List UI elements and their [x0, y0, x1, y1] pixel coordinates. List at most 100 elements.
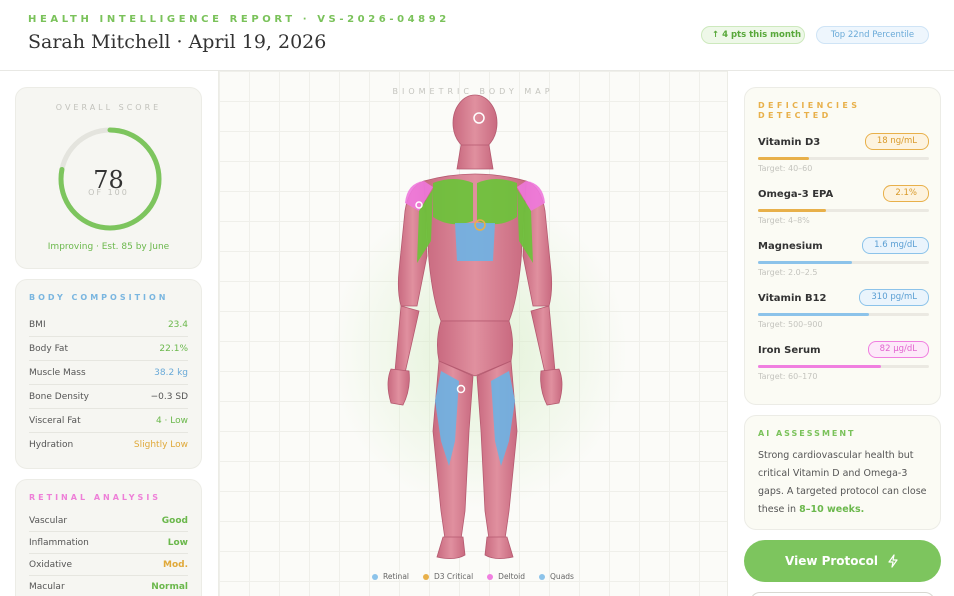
deficiency-item: Omega-3 EPA 2.1% Target: 4–8%	[758, 185, 929, 229]
abdominal-highlight	[455, 223, 495, 261]
row-value: Good	[161, 515, 188, 526]
deficiencies-title: DEFICIENCIES DETECTED	[758, 101, 861, 120]
list-item: BMI 23.4	[29, 313, 188, 337]
anatomy-figure	[387, 94, 563, 559]
row-value: Normal	[151, 582, 188, 592]
ai-assessment-card: AI ASSESSMENT Strong cardiovascular heal…	[744, 415, 941, 530]
deficiency-value-badge: 1.6 mg/dL	[862, 237, 929, 254]
report-id: HEALTH INTELLIGENCE REPORT · VS-2026-048…	[28, 14, 450, 25]
body-composition-card: BODY COMPOSITION BMI 23.4 Body Fat 22.1% Mus…	[15, 279, 202, 469]
deficiency-target: Target: 60–170	[758, 372, 818, 381]
legend-label: Deltoid	[498, 572, 526, 581]
quads-highlight	[435, 371, 515, 466]
body-silhouette	[387, 94, 563, 559]
list-item: Bone Density −0.3 SD	[29, 385, 188, 409]
lightning-icon	[888, 554, 898, 568]
list-item: Visceral Fat 4 · Low	[29, 409, 188, 433]
row-label: BMI	[29, 319, 46, 330]
deficiency-name: Vitamin B12	[758, 293, 827, 304]
secondary-button[interactable]	[750, 592, 935, 596]
deficiency-item: Vitamin D3 18 ng/mL Target: 40–60	[758, 133, 929, 177]
deficiency-name: Iron Serum	[758, 345, 821, 356]
body-composition-title: BODY COMPOSITION	[29, 293, 169, 302]
row-value: 22.1%	[159, 343, 188, 354]
ai-assessment-highlight: 8–10 weeks.	[799, 504, 865, 515]
list-item: Macular Normal	[29, 576, 188, 596]
row-label: Bone Density	[29, 391, 89, 402]
percentile-badge: Top 22nd Percentile	[816, 26, 929, 44]
score-out-of: OF 100	[88, 188, 129, 197]
deficiency-target: Target: 500–900	[758, 320, 823, 329]
body-map-panel: BIOMETRIC BODY MAP Retinal D3 Critical D…	[218, 71, 728, 596]
deficiency-value-badge: 82 μg/dL	[867, 341, 929, 358]
row-value: Low	[167, 537, 188, 548]
deficiency-value-badge: 18 ng/mL	[864, 133, 929, 150]
deficiency-level-fill	[758, 313, 870, 316]
row-value: 4 · Low	[155, 415, 188, 426]
deficiency-level-fill	[758, 261, 853, 264]
legend-dot-icon	[423, 573, 429, 580]
list-item: Oxidative Mod.	[29, 554, 188, 576]
page-title: Sarah Mitchell · April 19, 2026	[28, 31, 327, 53]
row-value: −0.3 SD	[150, 391, 188, 402]
deficiency-target: Target: 2.0–2.5	[758, 268, 818, 277]
row-value: 38.2 kg	[154, 367, 188, 378]
deficiency-level-track	[758, 157, 929, 160]
legend-item: Deltoid	[487, 572, 525, 581]
deficiency-level-track	[758, 365, 929, 368]
row-label: Hydration	[29, 440, 74, 450]
deficiency-target: Target: 40–60	[758, 164, 813, 173]
legend-item: D3 Critical	[423, 572, 473, 581]
deficiency-target: Target: 4–8%	[758, 216, 810, 225]
trend-badge: ↑ 4 pts this month	[701, 26, 805, 44]
deficiency-value-badge: 2.1%	[883, 185, 929, 202]
deficiency-level-track	[758, 313, 929, 316]
deficiency-level-fill	[758, 365, 882, 368]
legend-label: Retinal	[383, 572, 409, 581]
row-value: 23.4	[167, 319, 188, 330]
report-header: HEALTH INTELLIGENCE REPORT · VS-2026-048…	[0, 0, 954, 71]
legend-dot-icon	[372, 573, 379, 580]
list-item: Vascular Good	[29, 510, 188, 532]
retinal-analysis-title: RETINAL ANALYSIS	[29, 493, 162, 502]
list-item: Hydration Slightly Low	[29, 433, 188, 457]
ai-assessment-text: Strong cardiovascular health but critica…	[758, 447, 930, 519]
view-protocol-label: View Protocol	[785, 554, 878, 568]
legend-item: Quads	[539, 572, 574, 581]
row-label: Vascular	[29, 515, 68, 526]
legend-label: Quads	[550, 572, 574, 581]
list-item: Muscle Mass 38.2 kg	[29, 361, 188, 385]
list-item: Body Fat 22.1%	[29, 337, 188, 361]
legend-dot-icon	[487, 573, 494, 580]
row-value: Slightly Low	[133, 440, 188, 450]
row-label: Muscle Mass	[29, 367, 86, 378]
row-label: Oxidative	[29, 559, 73, 570]
deficiencies-card: DEFICIENCIES DETECTED Vitamin D3 18 ng/mL…	[744, 87, 941, 405]
score-status: Improving · Est. 85 by June	[47, 242, 170, 252]
score-kicker: OVERALL SCORE	[55, 103, 162, 112]
view-protocol-button[interactable]: View Protocol	[744, 540, 941, 582]
deficiency-name: Omega-3 EPA	[758, 189, 834, 200]
deficiency-item: Magnesium 1.6 mg/dL Target: 2.0–2.5	[758, 237, 929, 281]
body-composition-list: BMI 23.4 Body Fat 22.1% Muscle Mass 38.2 kg Bo…	[29, 313, 188, 457]
ai-assessment-title: AI ASSESSMENT	[758, 429, 856, 438]
row-label: Body Fat	[29, 343, 68, 354]
deficiency-level-track	[758, 209, 929, 212]
row-label: Inflammation	[29, 537, 89, 548]
row-label: Macular	[29, 582, 65, 592]
row-label: Visceral Fat	[29, 415, 81, 426]
overall-score-card: OVERALL SCORE 78 OF 100 Improving · Est.…	[15, 87, 202, 269]
list-item: Inflammation Low	[29, 532, 188, 554]
body-map-legend: Retinal D3 Critical Deltoid Quads	[219, 572, 727, 581]
deficiency-item: Vitamin B12 310 pg/mL Target: 500–900	[758, 289, 929, 333]
deficiency-name: Magnesium	[758, 241, 823, 252]
retinal-analysis-card: RETINAL ANALYSIS Vascular Good Inflammatio…	[15, 479, 202, 596]
retinal-analysis-list: Vascular Good Inflammation Low Oxidative Mod.…	[29, 510, 188, 596]
deficiency-level-fill	[758, 209, 827, 212]
deficiency-level-track	[758, 261, 929, 264]
deficiency-item: Iron Serum 82 μg/dL Target: 60–170	[758, 341, 929, 385]
row-value: Mod.	[162, 559, 188, 570]
legend-dot-icon	[539, 573, 546, 580]
deficiency-level-fill	[758, 157, 810, 160]
deficiency-value-badge: 310 pg/mL	[859, 289, 929, 306]
